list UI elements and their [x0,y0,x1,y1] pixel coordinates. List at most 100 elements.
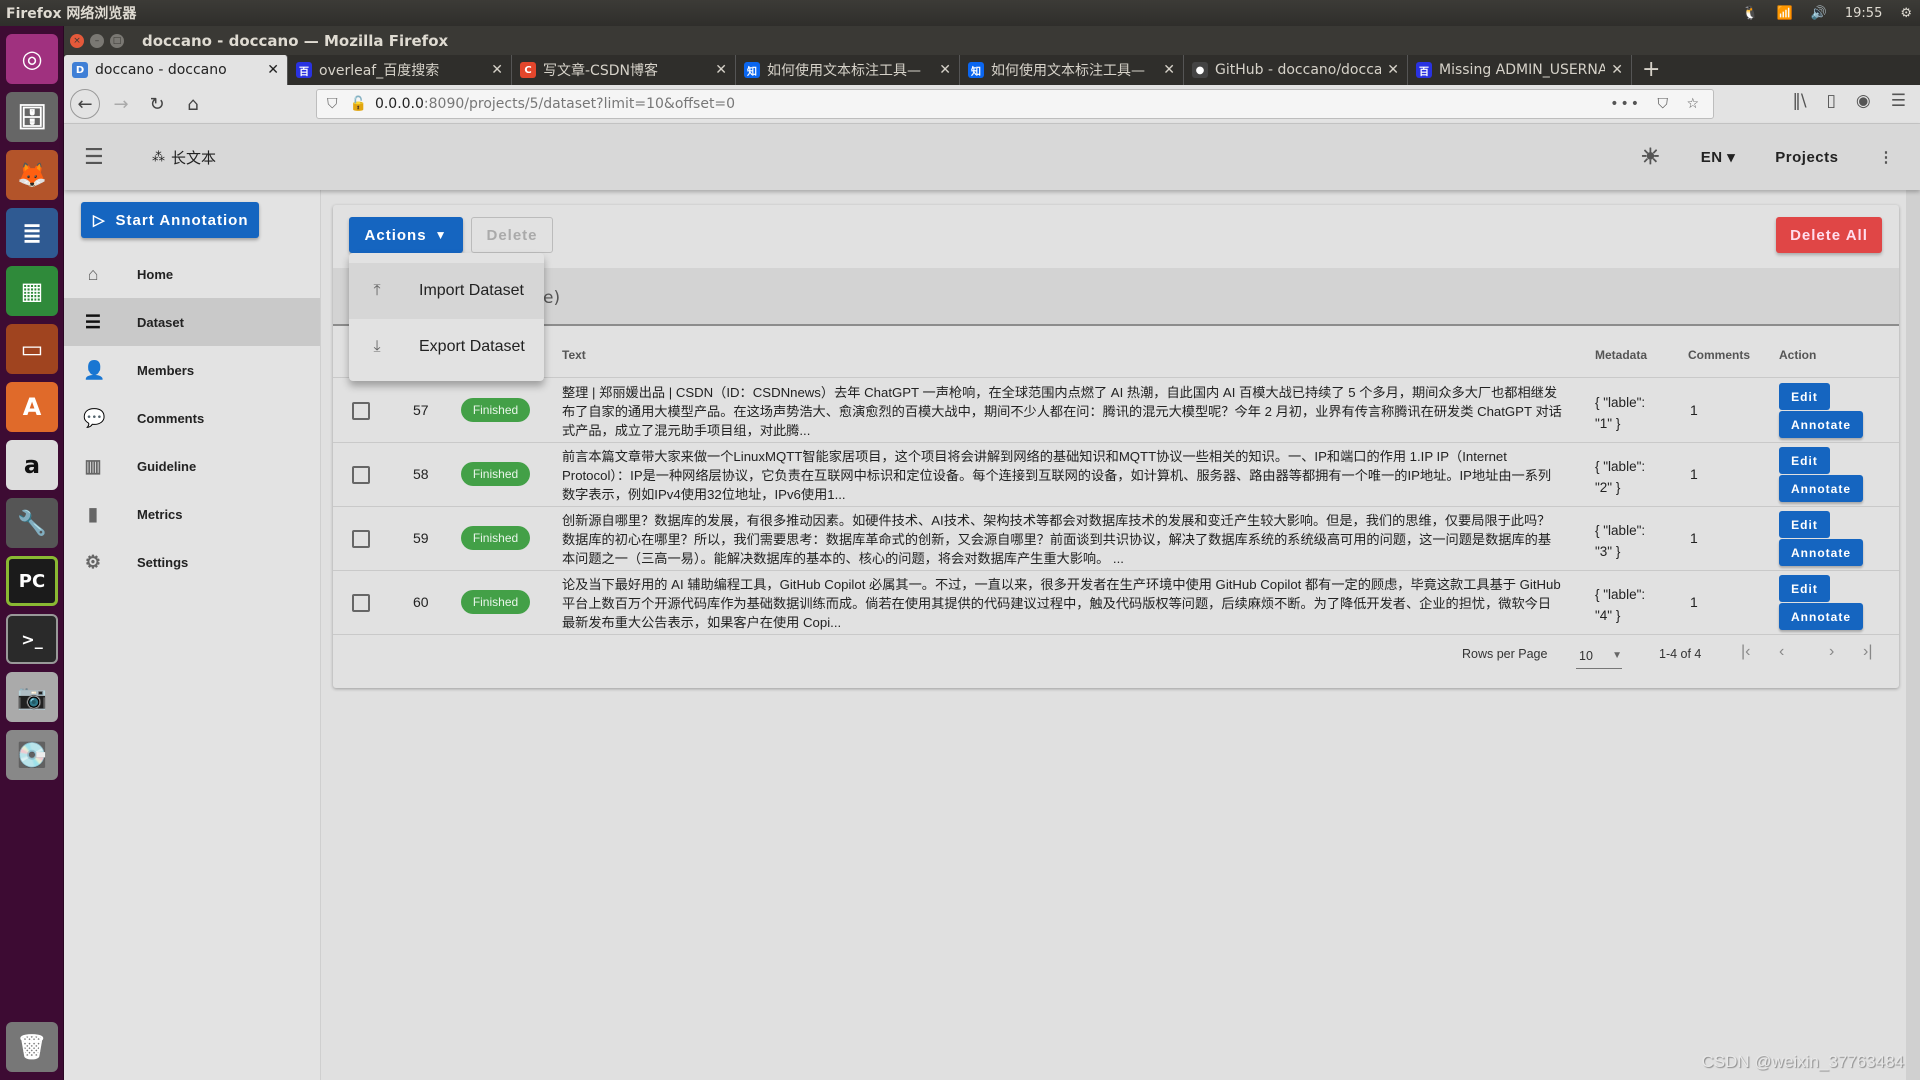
browser-tab[interactable]: 百 overleaf_百度搜索 ✕ [288,55,512,85]
home-button[interactable]: ⌂ [178,89,208,119]
sidebar-item-label: Comments [137,410,205,426]
delete-all-button[interactable]: Delete All [1776,217,1882,253]
menu-item-import-dataset[interactable]: ⤒ Import Dataset [349,263,544,319]
page-scrollbar[interactable] [1906,190,1920,1080]
bookmark-star-icon[interactable]: ☆ [1686,96,1701,112]
reload-button[interactable]: ↻ [142,89,172,119]
language-dropdown[interactable]: EN ▾ [1701,148,1736,166]
metadata-line: { "lable": [1595,395,1646,410]
row-checkbox[interactable] [352,466,370,484]
tab-favicon-icon: ● [1192,62,1208,78]
sidebar-item-metrics[interactable]: ▮ Metrics [64,490,320,538]
pocket-icon[interactable]: ⛉ [1657,96,1670,112]
insecure-lock-icon[interactable]: 🔓 [350,96,367,112]
tab-close-icon[interactable]: ✕ [939,62,951,78]
firefox-icon[interactable]: 🦊 [6,150,58,200]
annotate-button[interactable]: Annotate [1779,603,1863,630]
browser-tab[interactable]: 知如何使用文本标注工具— ✕ [960,55,1184,85]
volume-icon[interactable]: 🔊 [1811,6,1827,21]
delete-button[interactable]: Delete [471,217,553,253]
new-tab-button[interactable]: + [1632,55,1670,85]
menu-item-export-dataset[interactable]: ⤓ Export Dataset [349,319,544,375]
tab-close-icon[interactable]: ✕ [1387,62,1399,78]
library-icon[interactable]: ‖\ [1792,91,1806,111]
actions-menu-button[interactable]: Actions ▼ [349,217,463,253]
browser-tab[interactable]: ● GitHub - doccano/doccano ✕ [1184,55,1408,85]
minimize-window-button[interactable]: – [90,33,104,48]
browser-tab[interactable]: C 写文章-CSDN博客 ✕ [512,55,736,85]
maximize-window-button[interactable]: □ [110,33,124,48]
last-page-icon[interactable]: ›| [1863,643,1872,661]
annotate-button[interactable]: Annotate [1779,411,1863,438]
more-actions-icon[interactable]: ••• [1610,96,1641,112]
edit-button[interactable]: Edit [1779,575,1830,602]
software-center-icon[interactable]: A [6,382,58,432]
trash-icon[interactable]: 🗑 [6,1022,58,1072]
theme-toggle-sun-icon[interactable]: ☀ [1641,144,1661,170]
url-bar[interactable]: ⛉ 🔓 0.0.0.0:8090/projects/5/dataset?limi… [316,89,1714,119]
row-metadata: { "lable": "3" } [1595,520,1645,562]
sidebar-item-home[interactable]: ⌂ Home [64,250,320,298]
files-icon[interactable]: 🗄 [6,92,58,142]
row-checkbox[interactable] [352,594,370,612]
system-settings-icon[interactable]: 🔧 [6,498,58,548]
sidebar-item-members[interactable]: 👤 Members [64,346,320,394]
hamburger-menu-icon[interactable]: ☰ [84,145,114,170]
camera-icon[interactable]: 📷 [6,672,58,722]
edit-button[interactable]: Edit [1779,511,1830,538]
prev-page-icon[interactable]: ‹ [1779,643,1784,661]
terminal-icon[interactable]: >_ [6,614,58,664]
writer-icon[interactable]: ≣ [6,208,58,258]
impress-icon[interactable]: ▭ [6,324,58,374]
tab-close-icon[interactable]: ✕ [491,62,503,78]
browser-menu-icon[interactable]: ☰ [1891,91,1906,111]
row-checkbox[interactable] [352,530,370,548]
header-comments[interactable]: Comments [1688,348,1750,362]
wifi-icon[interactable]: 📶 [1777,6,1793,21]
start-annotation-button[interactable]: ▷ Start Annotation [81,202,259,238]
next-page-icon[interactable]: › [1829,643,1834,661]
browser-tab[interactable]: Ddoccano - doccano ✕ [64,55,288,85]
edit-button[interactable]: Edit [1779,447,1830,474]
back-button[interactable]: ← [70,89,100,119]
shield-icon[interactable]: ⛉ [327,96,338,112]
tab-close-icon[interactable]: ✕ [1611,62,1623,78]
browser-tab[interactable]: 知如何使用文本标注工具— ✕ [736,55,960,85]
project-title[interactable]: ⁂ 长文本 [152,147,216,168]
browser-tab[interactable]: 百 Missing ADMIN_USERNAME ✕ [1408,55,1632,85]
calc-icon[interactable]: ▦ [6,266,58,316]
projects-link[interactable]: Projects [1775,149,1838,166]
system-top-bar: Firefox 网络浏览器 🐧 📶 🔊 19:55 ⚙ [0,0,1920,26]
sidebar-toggle-icon[interactable]: ▯ [1827,91,1836,111]
search-field[interactable]: e) [333,268,1899,326]
tab-close-icon[interactable]: ✕ [715,62,727,78]
ubuntu-dash-icon[interactable]: ◎ [6,34,58,84]
sidebar-item-dataset[interactable]: ☰ Dataset [64,298,320,346]
disk-icon[interactable]: 💽 [6,730,58,780]
metadata-line: { "lable": [1595,523,1646,538]
more-vert-icon[interactable]: ⋮ [1879,148,1895,166]
forward-button[interactable]: → [106,89,136,119]
edit-button[interactable]: Edit [1779,383,1830,410]
sidebar-item-comments[interactable]: 💬 Comments [64,394,320,442]
header-text[interactable]: Text [562,348,586,362]
row-text: 创新源自哪里？数据库的发展，有很多推动因素。如硬件技术、AI技术、架构技术等都会… [562,513,1552,566]
annotate-button[interactable]: Annotate [1779,475,1863,502]
clock[interactable]: 19:55 [1845,6,1882,21]
qq-tray-icon[interactable]: 🐧 [1742,6,1758,21]
account-icon[interactable]: ◉ [1856,91,1871,111]
power-icon[interactable]: ⚙ [1900,6,1912,21]
row-checkbox[interactable] [352,402,370,420]
amazon-icon[interactable]: a [6,440,58,490]
close-window-button[interactable]: × [70,33,84,48]
rows-per-page-select[interactable]: 10 ▼ [1576,643,1622,669]
annotate-button[interactable]: Annotate [1779,539,1863,566]
first-page-icon[interactable]: |‹ [1741,643,1750,661]
tab-close-icon[interactable]: ✕ [267,62,279,78]
pycharm-icon[interactable]: PC [6,556,58,606]
header-metadata[interactable]: Metadata [1595,348,1647,362]
tab-label: 如何使用文本标注工具— [767,63,921,79]
sidebar-item-guideline[interactable]: ▥ Guideline [64,442,320,490]
tab-close-icon[interactable]: ✕ [1163,62,1175,78]
sidebar-item-settings[interactable]: ⚙ Settings [64,538,320,586]
